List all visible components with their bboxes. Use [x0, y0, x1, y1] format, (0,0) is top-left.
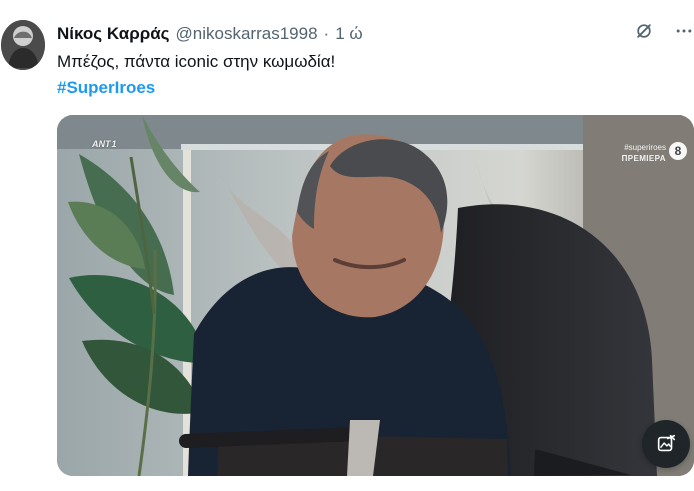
image-edit-icon	[657, 434, 676, 452]
more-icon[interactable]	[674, 21, 694, 41]
tweet-timestamp[interactable]: 1 ώ	[335, 24, 362, 44]
user-handle[interactable]: @nikoskarras1998	[176, 24, 318, 44]
media-edit-button[interactable]	[642, 420, 690, 468]
avatar[interactable]	[1, 20, 45, 70]
tweet-card[interactable]: Νίκος Καρράς @nikoskarras1998 · 1 ώ Μπέζ…	[0, 0, 694, 491]
hashtag-link[interactable]: #SuperIroes	[57, 76, 155, 100]
grok-icon[interactable]	[634, 21, 654, 41]
display-name[interactable]: Νίκος Καρράς	[57, 24, 170, 44]
show-promo: #superiroes ΠΡΕΜΙΕΡΑ	[622, 142, 666, 164]
tweet-text-line: Μπέζος, πάντα iconic στην κωμωδία!	[57, 52, 336, 71]
channel-logo: ANT1	[91, 139, 117, 159]
separator-dot: ·	[323, 24, 330, 43]
rating-badge: 8	[669, 142, 687, 160]
tweet-actions-top	[634, 21, 694, 41]
promo-tag: #superiroes	[624, 143, 666, 152]
tweet-text: Μπέζος, πάντα iconic στην κωμωδία! #Supe…	[57, 50, 657, 100]
avatar-image	[1, 20, 45, 70]
tweet-header: Νίκος Καρράς @nikoskarras1998 · 1 ώ	[57, 23, 363, 45]
channel-logo-text: ANT	[92, 139, 111, 149]
media-video-frame	[57, 115, 694, 476]
tweet-media[interactable]: ANT1 #superiroes ΠΡΕΜΙΕΡΑ 8	[57, 115, 694, 476]
channel-logo-superscript: 1	[111, 139, 117, 149]
promo-label: ΠΡΕΜΙΕΡΑ	[621, 154, 666, 163]
